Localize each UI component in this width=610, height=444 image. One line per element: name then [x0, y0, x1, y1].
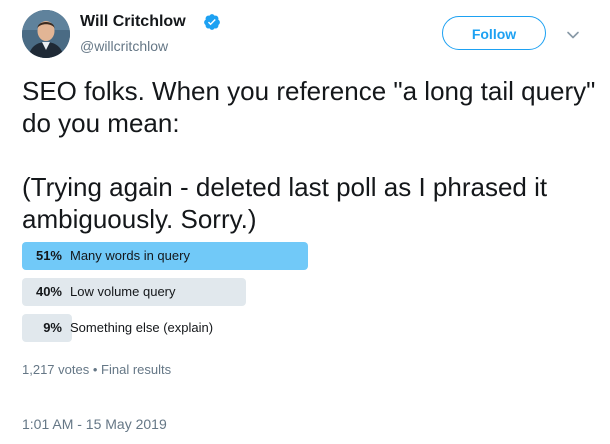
- poll-status: Final results: [101, 362, 172, 377]
- poll-percent: 51%: [35, 248, 62, 263]
- poll-results-meta: 1,217 votes • Final results: [22, 362, 171, 377]
- profile-photo: [22, 10, 70, 58]
- tweet-text: SEO folks. When you reference "a long ta…: [22, 76, 596, 234]
- verified-badge-icon: [204, 14, 220, 30]
- tweet-timestamp[interactable]: 1:01 AM - 15 May 2019: [22, 416, 167, 432]
- poll-option: 51% Many words in query: [22, 242, 582, 270]
- separator-dot: •: [92, 362, 98, 377]
- chevron-down-icon[interactable]: [566, 28, 580, 42]
- poll-vote-count: 1,217 votes: [22, 362, 90, 377]
- author-handle[interactable]: @willcritchlow: [80, 38, 168, 54]
- poll-option-label: Low volume query: [70, 284, 176, 299]
- poll-option: 9% Something else (explain): [22, 314, 582, 342]
- poll-option-label: Many words in query: [70, 248, 190, 263]
- avatar[interactable]: [22, 10, 70, 58]
- author-name[interactable]: Will Critchlow: [80, 13, 186, 31]
- follow-button[interactable]: Follow: [442, 16, 546, 50]
- poll-percent: 40%: [35, 284, 62, 299]
- poll: 51% Many words in query 40% Low volume q…: [22, 242, 582, 350]
- poll-percent: 9%: [43, 320, 62, 335]
- tweet-card: Will Critchlow @willcritchlow Follow SEO…: [0, 0, 610, 444]
- poll-option: 40% Low volume query: [22, 278, 582, 306]
- poll-option-label: Something else (explain): [70, 320, 214, 335]
